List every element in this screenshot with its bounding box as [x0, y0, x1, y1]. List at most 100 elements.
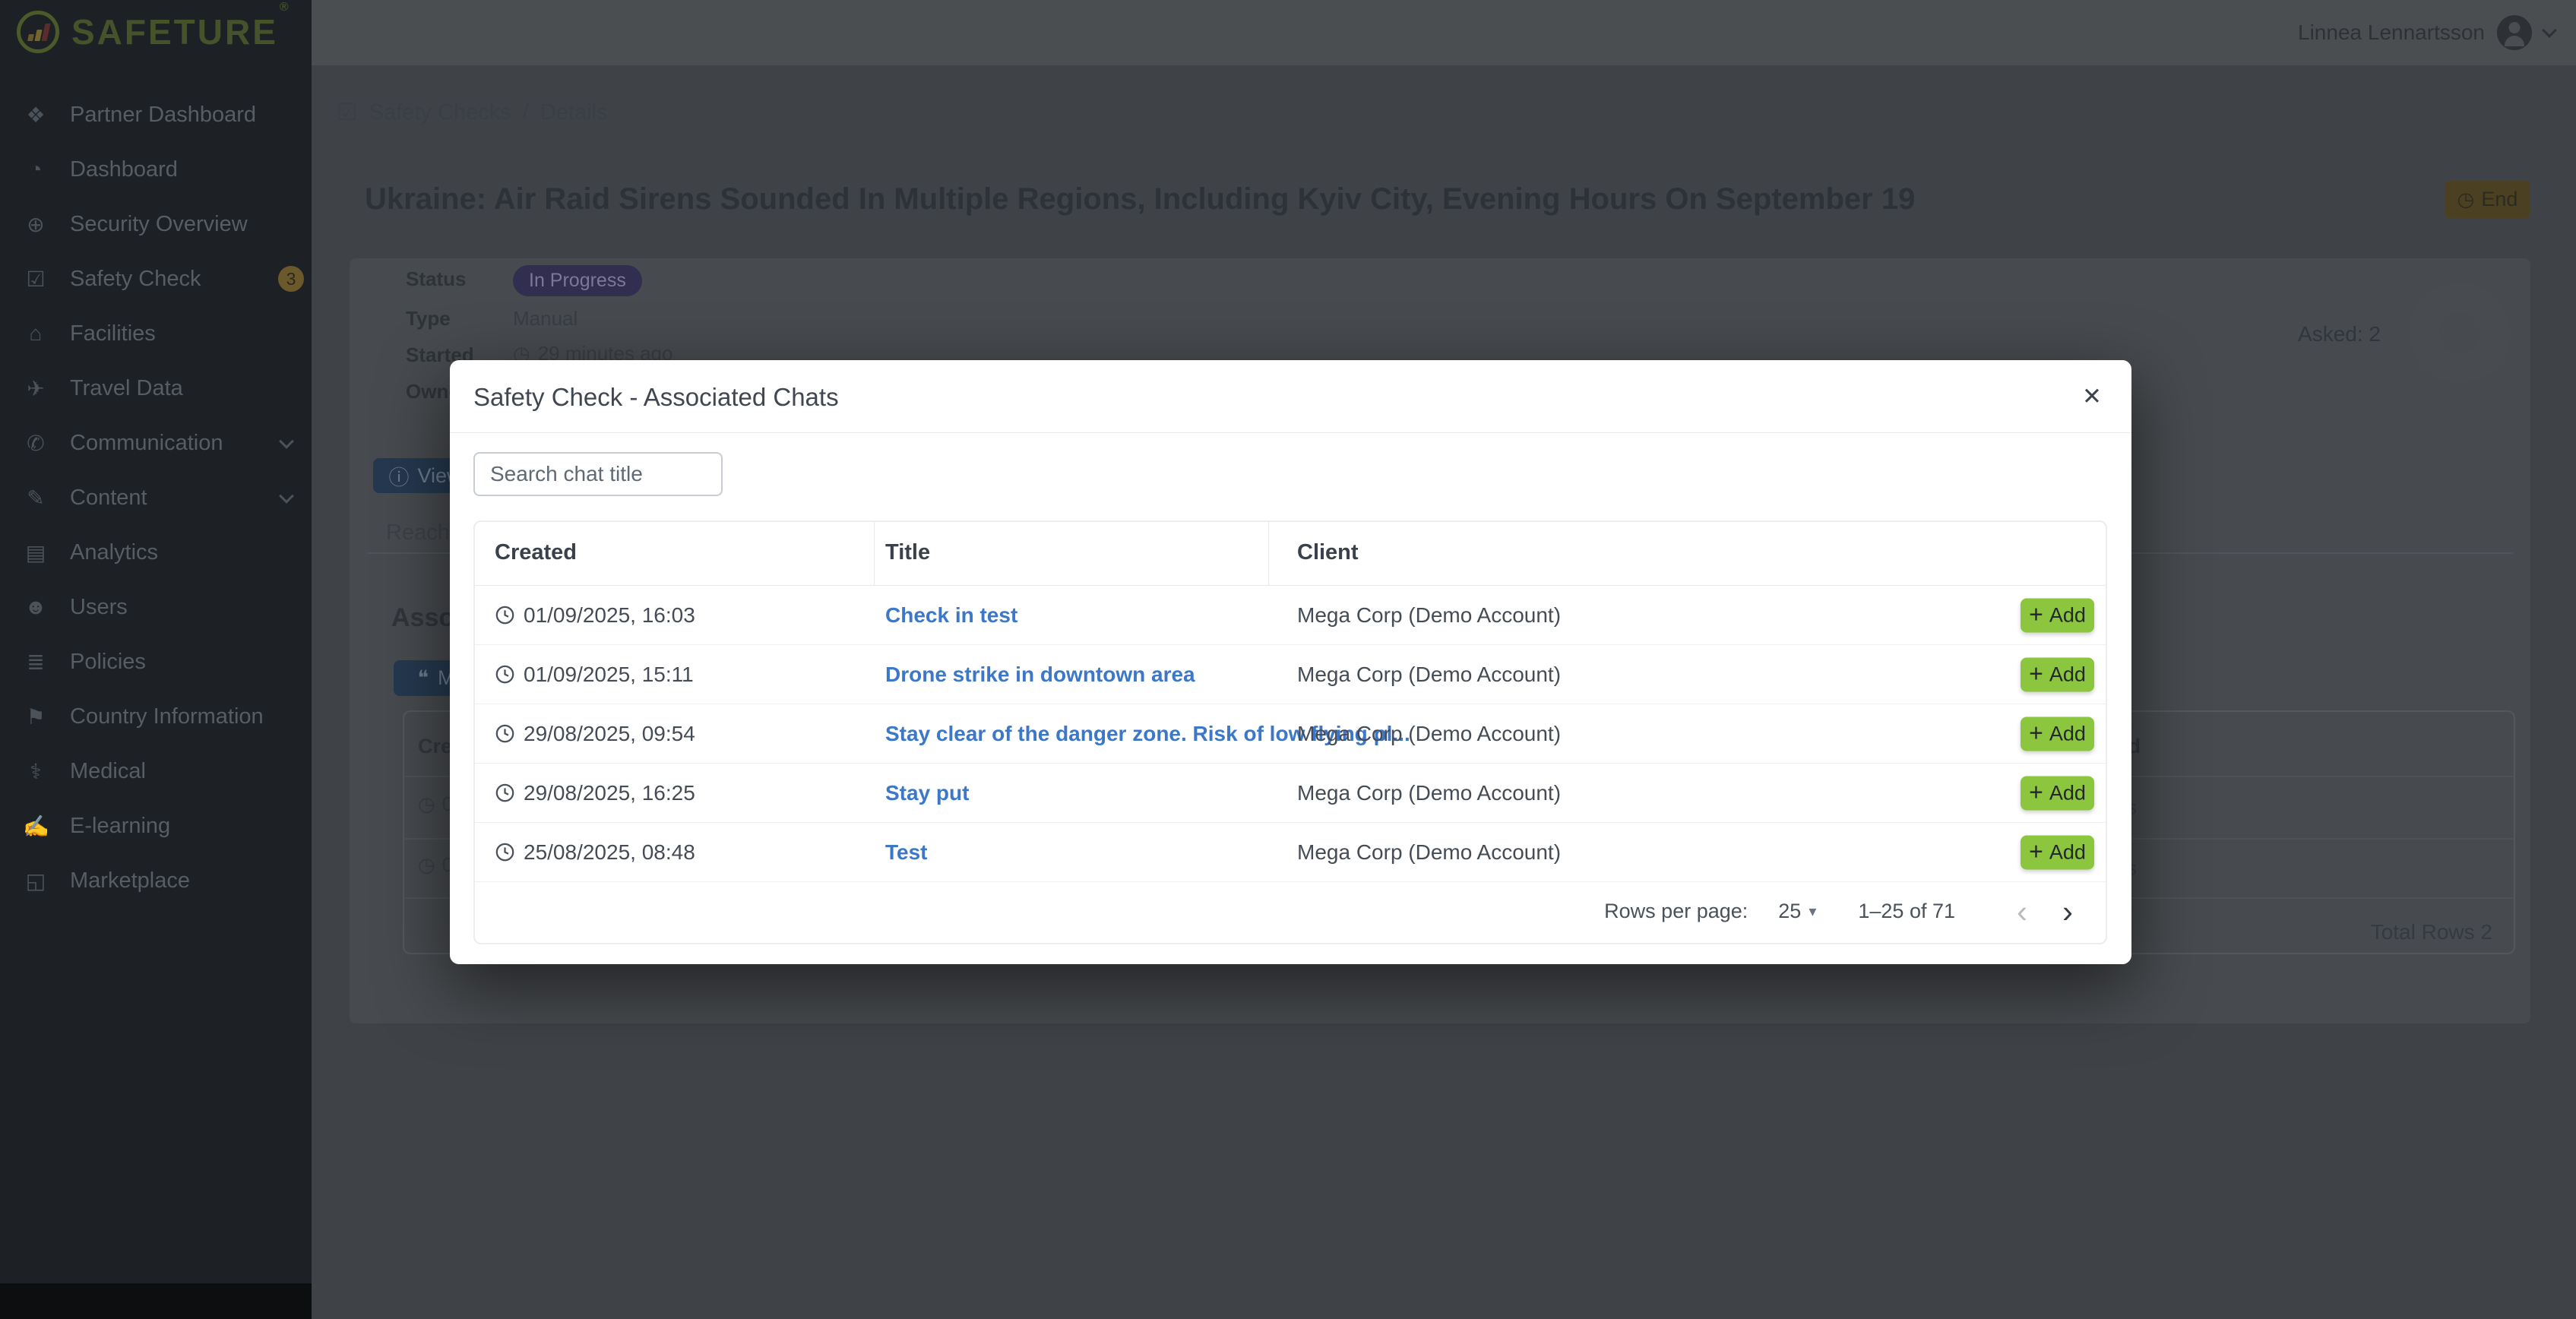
client-cell: Mega Corp (Demo Account)	[1297, 781, 1561, 805]
plus-icon: +	[2029, 839, 2043, 863]
client-cell: Mega Corp (Demo Account)	[1297, 840, 1561, 865]
breadcrumb-safety-checks[interactable]: Safety Checks	[369, 100, 511, 125]
sidebar-item-label: Communication	[70, 431, 223, 456]
type-label: Type	[406, 307, 451, 331]
created-cell: 01/09/2025, 16:03	[495, 603, 695, 628]
clock-icon	[495, 723, 515, 744]
page-title: Ukraine: Air Raid Sirens Sounded In Mult…	[365, 182, 1915, 217]
breadcrumb: ☑ Safety Checks / Details	[337, 99, 608, 126]
chevron-down-icon	[279, 434, 294, 449]
sidebar: SAFETURE® ❖ Partner Dashboard ◔ Dashboar…	[0, 0, 312, 1319]
created-cell: 29/08/2025, 09:54	[495, 722, 695, 746]
end-button[interactable]: ◷ End	[2445, 181, 2530, 218]
client-cell: Mega Corp (Demo Account)	[1297, 603, 1561, 628]
chat-title-link[interactable]: Check in test	[885, 603, 1017, 628]
rows-per-page-select[interactable]: 25 ▾	[1778, 900, 1816, 923]
sidebar-item[interactable]: ☻ Users	[0, 580, 312, 634]
client-column-header: Client	[1297, 540, 1359, 565]
sidebar-item-label: E-learning	[70, 814, 170, 839]
sidebar-item[interactable]: ⚑ Country Information	[0, 689, 312, 744]
clock-icon: ◷	[418, 792, 435, 816]
chats-table: Created Title Client 01/09/2025, 16:03 C…	[473, 520, 2107, 944]
breadcrumb-separator: /	[523, 100, 529, 125]
clock-icon	[495, 783, 515, 803]
chat-title-link[interactable]: Stay put	[885, 781, 969, 805]
previous-page-button[interactable]: ‹	[1999, 896, 2045, 928]
sidebar-item[interactable]: ✎ Content	[0, 470, 312, 525]
created-column-header: Created	[495, 540, 577, 565]
close-icon[interactable]: ✕	[2075, 380, 2109, 413]
clock-icon	[495, 664, 515, 685]
sidebar-item[interactable]: ◔ Dashboard	[0, 142, 312, 197]
sidebar-item-label: Dashboard	[70, 157, 178, 182]
sidebar-bottom-strip	[0, 1283, 312, 1319]
chat-title-link[interactable]: Drone strike in downtown area	[885, 663, 1195, 687]
created-cell: 01/09/2025, 15:11	[495, 663, 694, 687]
status-label: Status	[406, 267, 466, 291]
sidebar-item[interactable]: ☑ Safety Check 3	[0, 251, 312, 306]
sidebar-item[interactable]: ✆ Communication	[0, 416, 312, 470]
handshake-icon: ❖	[23, 103, 49, 128]
sidebar-item-label: Safety Check	[70, 267, 201, 292]
sidebar-item[interactable]: ⊕ Security Overview	[0, 197, 312, 251]
pagination-range: 1–25 of 71	[1858, 900, 1955, 923]
search-chat-title-input[interactable]	[473, 452, 723, 496]
sidebar-nav: ❖ Partner Dashboard ◔ Dashboard ⊕ Securi…	[0, 87, 312, 908]
pencil-icon: ✎	[23, 486, 49, 511]
add-button[interactable]: + Add	[2021, 716, 2094, 751]
sidebar-item[interactable]: ✍ E-learning	[0, 799, 312, 853]
chat-bubbles-icon: ✆	[23, 431, 49, 456]
sidebar-item[interactable]: ❖ Partner Dashboard	[0, 87, 312, 142]
chat-title-link[interactable]: Test	[885, 840, 928, 865]
stopwatch-icon: ◷	[2457, 188, 2475, 211]
safeture-logo: SAFETURE®	[17, 11, 290, 53]
brand-name: SAFETURE®	[71, 11, 290, 52]
add-button[interactable]: + Add	[2021, 657, 2094, 691]
sidebar-item[interactable]: ≣ Policies	[0, 634, 312, 689]
sidebar-item[interactable]: ◱ Marketplace	[0, 853, 312, 908]
sidebar-item[interactable]: ✈ Travel Data	[0, 361, 312, 416]
checkbox-icon: ☑	[337, 99, 358, 126]
created-cell: 25/08/2025, 08:48	[495, 840, 695, 865]
registered-mark: ®	[280, 1, 291, 14]
globe-icon: ⊕	[23, 212, 49, 237]
table-row: 01/09/2025, 16:03 Check in test Mega Cor…	[475, 586, 2106, 645]
table-header-row: Created Title Client	[475, 522, 2106, 585]
created-cell: 29/08/2025, 16:25	[495, 781, 695, 805]
rows-per-page-label: Rows per page:	[1604, 900, 1748, 923]
graduation-icon: ✍	[23, 814, 49, 839]
factory-icon: ⌂	[23, 321, 49, 346]
table-row: 25/08/2025, 08:48 Test Mega Corp (Demo A…	[475, 823, 2106, 882]
avatar-icon	[2497, 15, 2532, 50]
breadcrumb-details: Details	[540, 100, 608, 125]
add-button[interactable]: + Add	[2021, 776, 2094, 810]
sidebar-item-label: Travel Data	[70, 376, 183, 401]
sidebar-item[interactable]: ⚕ Medical	[0, 744, 312, 799]
info-icon: ⓘ	[388, 461, 409, 491]
status-badge: In Progress	[513, 265, 642, 296]
caret-down-icon: ▾	[1809, 902, 1816, 921]
add-button[interactable]: + Add	[2021, 835, 2094, 869]
clock-icon	[495, 605, 515, 625]
sidebar-item[interactable]: ▤ Analytics	[0, 525, 312, 580]
sidebar-item-label: Marketplace	[70, 868, 190, 894]
user-menu[interactable]: Linnea Lennartsson	[2298, 0, 2555, 65]
add-button[interactable]: + Add	[2021, 598, 2094, 632]
puzzle-icon: ◱	[23, 868, 49, 894]
table-body: 01/09/2025, 16:03 Check in test Mega Cor…	[475, 586, 2106, 882]
sidebar-item-label: Analytics	[70, 540, 158, 565]
clock-icon: ◷	[418, 853, 435, 877]
plus-icon: +	[2029, 661, 2043, 685]
notification-badge: 3	[278, 266, 304, 292]
user-name: Linnea Lennartsson	[2298, 21, 2485, 45]
table-row: 29/08/2025, 09:54 Stay clear of the dang…	[475, 704, 2106, 764]
sidebar-item-label: Policies	[70, 650, 146, 675]
bar-chart-icon: ▤	[23, 540, 49, 565]
list-icon: ≣	[23, 650, 49, 675]
next-page-button[interactable]: ›	[2045, 896, 2090, 928]
title-column-header: Title	[885, 540, 930, 565]
sidebar-item[interactable]: ⌂ Facilities	[0, 306, 312, 361]
pagination-bar: Rows per page: 25 ▾ 1–25 of 71 ‹ ›	[475, 880, 2106, 943]
modal-title: Safety Check - Associated Chats	[473, 383, 839, 412]
safeture-logo-icon	[17, 11, 59, 53]
